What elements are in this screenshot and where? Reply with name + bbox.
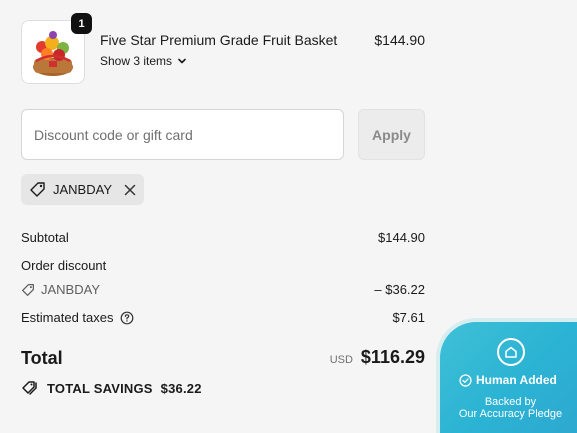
tags-icon xyxy=(22,381,37,395)
home-icon xyxy=(497,338,525,366)
apply-button[interactable]: Apply xyxy=(358,109,425,160)
order-discount-row: Order discount xyxy=(21,258,425,273)
show-items-toggle[interactable]: Show 3 items xyxy=(100,54,187,68)
applied-discount-chip: JANBDAY xyxy=(21,174,144,205)
product-name: Five Star Premium Grade Fruit Basket xyxy=(100,32,338,48)
quantity-badge: 1 xyxy=(71,13,92,34)
order-discount-label: Order discount xyxy=(21,258,107,273)
savings-label: TOTAL SAVINGS xyxy=(47,380,153,396)
discount-value: – $36.22 xyxy=(374,282,425,297)
product-price: $144.90 xyxy=(374,32,425,48)
pledge-line-2: Our Accuracy Pledge xyxy=(458,408,563,420)
taxes-value: $7.61 xyxy=(392,310,425,325)
pledge-title: Human Added xyxy=(476,373,557,387)
taxes-row: Estimated taxes $7.61 xyxy=(21,310,425,325)
tag-icon xyxy=(22,283,34,296)
tag-icon xyxy=(30,182,45,197)
pledge-line-1: Backed by xyxy=(484,396,537,408)
check-circle-icon xyxy=(459,373,472,387)
help-icon[interactable] xyxy=(120,311,134,325)
subtotal-label: Subtotal xyxy=(21,230,69,245)
total-savings: TOTAL SAVINGS $36.22 xyxy=(21,380,202,396)
total-label: Total xyxy=(21,348,63,368)
subtotal-value: $144.90 xyxy=(378,230,425,245)
applied-code: JANBDAY xyxy=(53,182,112,197)
taxes-label: Estimated taxes xyxy=(21,310,114,325)
currency-code: USD xyxy=(329,354,353,366)
line-item: 1 Five Star Premium Grade Fruit Basket S… xyxy=(21,13,425,84)
discount-code-label: JANBDAY xyxy=(41,282,100,297)
chevron-down-icon xyxy=(178,58,186,64)
discount-code-input[interactable] xyxy=(21,109,344,160)
discount-code-row: JANBDAY – $36.22 xyxy=(21,282,425,297)
savings-value: $36.22 xyxy=(160,380,202,396)
close-icon xyxy=(124,184,136,195)
accuracy-pledge-badge[interactable]: Human Added Backed by Our Accuracy Pledg… xyxy=(436,318,577,433)
total-amount: $116.29 xyxy=(360,347,425,367)
remove-discount-button[interactable] xyxy=(124,184,136,196)
show-items-label: Show 3 items xyxy=(100,54,173,68)
subtotal-row: Subtotal $144.90 xyxy=(21,230,425,245)
total-amount-group: USD $116.29 xyxy=(330,347,425,368)
